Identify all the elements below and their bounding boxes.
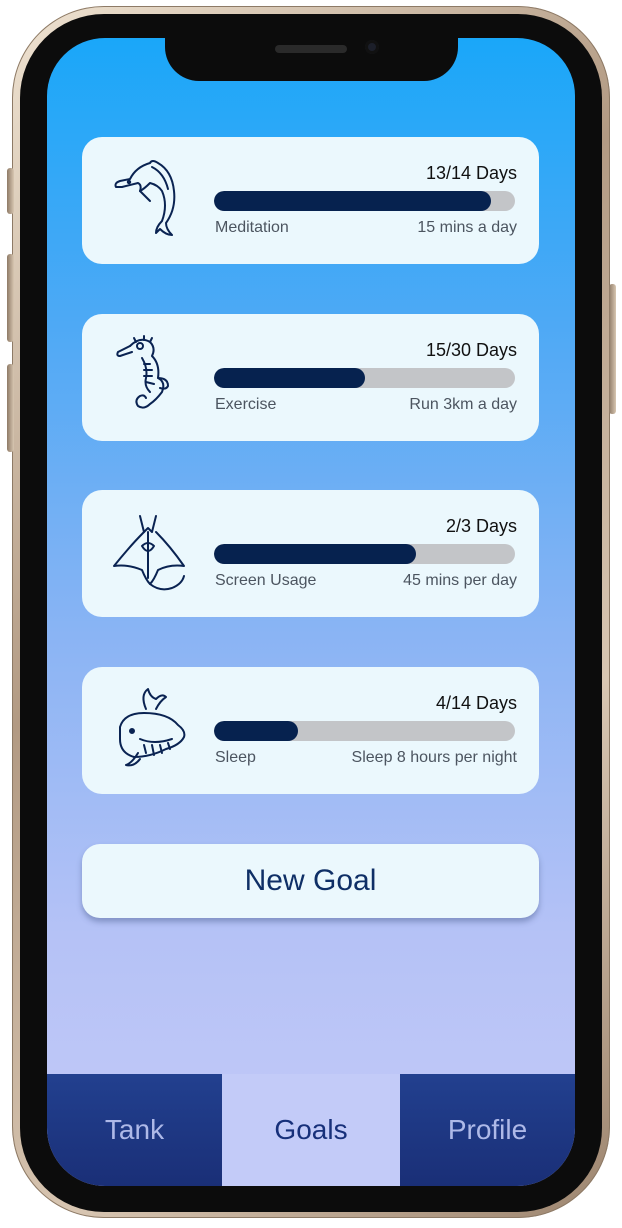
- goal-days-count: 15/30 Days: [425, 340, 517, 360]
- nav-tab-profile[interactable]: Profile: [400, 1074, 575, 1186]
- volume-up-button: [7, 254, 14, 342]
- app-screen: 13/14 Days Meditation 15 mins a day 15/3…: [47, 38, 575, 1186]
- goal-progress-bar: [214, 721, 515, 741]
- nav-tab-tank[interactable]: Tank: [47, 1074, 222, 1186]
- volume-down-button: [7, 364, 14, 452]
- notch: [165, 38, 458, 81]
- goal-progress-bar: [214, 544, 515, 564]
- goal-target: Run 3km a day: [409, 396, 517, 413]
- goal-progress-fill: [214, 368, 365, 388]
- goal-progress-bar: [214, 191, 515, 211]
- goal-card-exercise[interactable]: 15/30 Days Exercise Run 3km a day: [82, 314, 539, 441]
- goal-progress-fill: [214, 191, 491, 211]
- new-goal-button[interactable]: New Goal: [82, 844, 539, 918]
- goal-progress-bar: [214, 368, 515, 388]
- whale-icon: [110, 687, 188, 771]
- nav-tab-goals[interactable]: Goals: [222, 1074, 400, 1186]
- goal-name: Exercise: [215, 396, 277, 413]
- speaker-grille: [275, 45, 347, 53]
- goal-target: 45 mins per day: [403, 572, 517, 589]
- manta-ray-icon: [110, 510, 188, 594]
- goal-name: Meditation: [215, 219, 289, 236]
- goal-card-screen-usage[interactable]: 2/3 Days Screen Usage 45 mins per day: [82, 490, 539, 617]
- goal-days-count: 2/3 Days: [445, 516, 517, 536]
- goal-days-count: 13/14 Days: [425, 163, 517, 183]
- goal-progress-fill: [214, 721, 299, 741]
- goal-days-count: 4/14 Days: [435, 693, 517, 713]
- goal-card-meditation[interactable]: 13/14 Days Meditation 15 mins a day: [82, 137, 539, 264]
- mute-switch: [7, 168, 14, 214]
- goal-name: Screen Usage: [215, 572, 317, 589]
- goal-target: Sleep 8 hours per night: [351, 749, 517, 766]
- goal-progress-fill: [214, 544, 416, 564]
- seahorse-icon: [110, 334, 188, 418]
- front-camera: [365, 40, 379, 54]
- goal-name: Sleep: [215, 749, 256, 766]
- bottom-nav: Tank Goals Profile: [47, 1074, 575, 1186]
- goal-target: 15 mins a day: [417, 219, 517, 236]
- dolphin-icon: [110, 157, 188, 241]
- goal-card-sleep[interactable]: 4/14 Days Sleep Sleep 8 hours per night: [82, 667, 539, 794]
- power-button: [609, 284, 616, 414]
